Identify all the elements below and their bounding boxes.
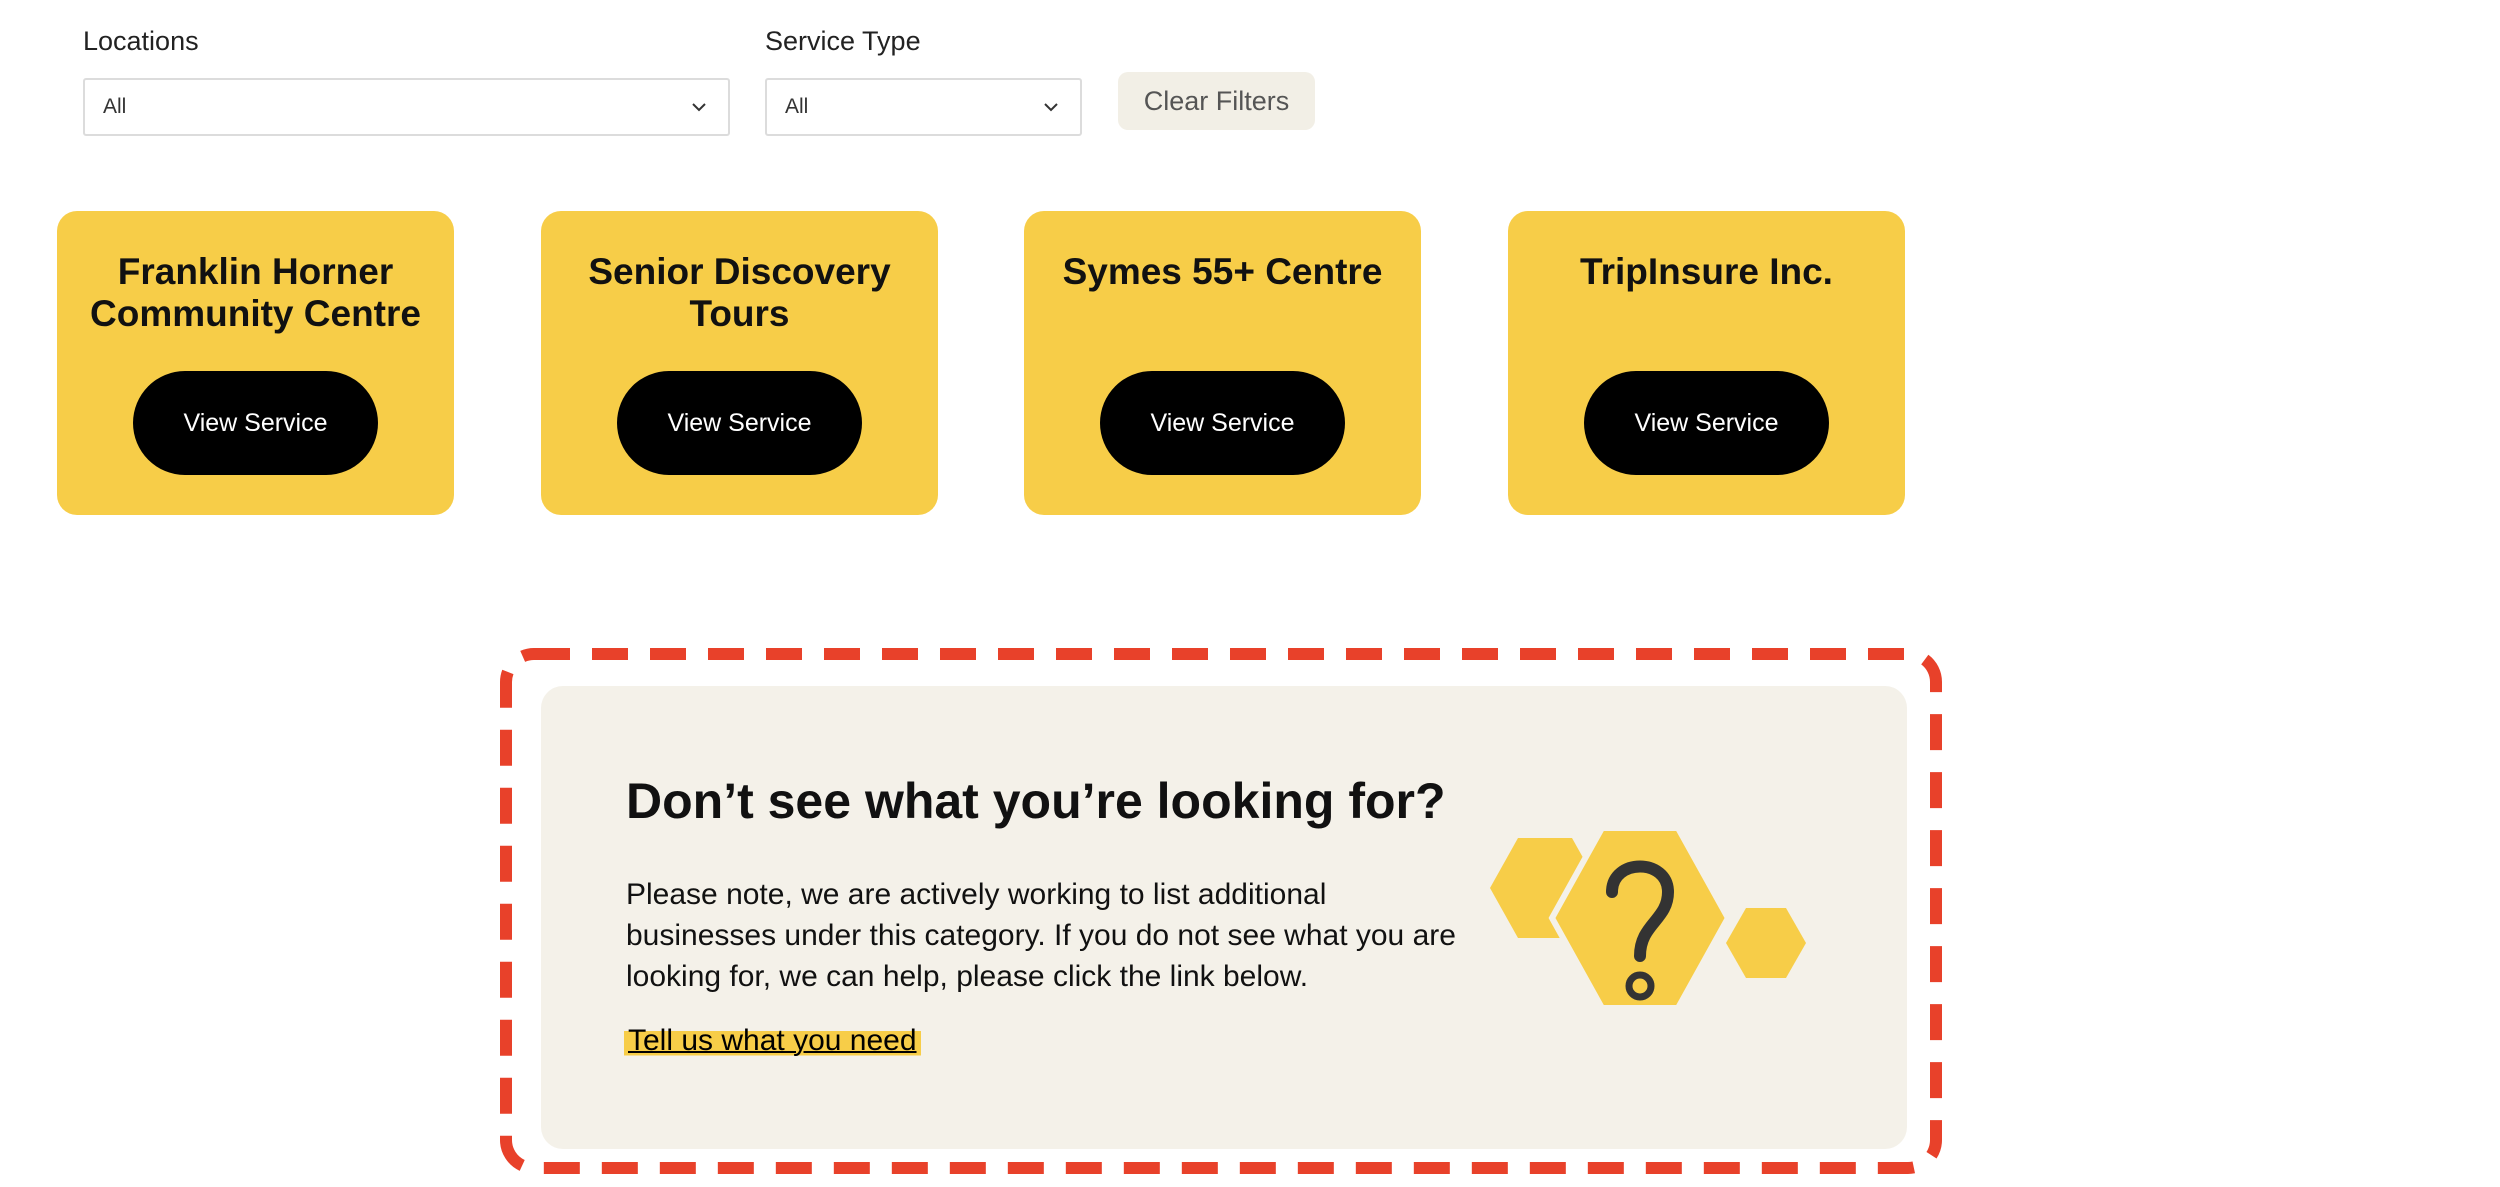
service-card-title-line: Community Centre — [90, 293, 421, 334]
service-type-select-value: All — [785, 95, 809, 118]
view-service-button[interactable]: View Service — [617, 371, 862, 475]
service-type-label: Service Type — [765, 26, 921, 56]
service-card: Senior Discovery Tours View Service — [541, 211, 938, 515]
service-card-title-line: Tours — [689, 293, 790, 334]
service-card-title: Symes 55+ Centre — [1024, 251, 1421, 293]
service-type-select[interactable]: All — [765, 78, 1082, 136]
view-service-button[interactable]: View Service — [133, 371, 378, 475]
locations-select[interactable]: All — [83, 78, 730, 136]
service-card: Symes 55+ Centre View Service — [1024, 211, 1421, 515]
service-card-title: TripInsure Inc. — [1508, 251, 1905, 293]
service-card-title: Senior Discovery Tours — [541, 251, 938, 335]
locations-label: Locations — [83, 26, 199, 56]
service-card-title: Franklin Horner Community Centre — [57, 251, 454, 335]
help-panel-body: Please note, we are actively working to … — [626, 878, 1456, 993]
service-card-title-line: Senior Discovery — [588, 251, 891, 292]
chevron-down-icon — [1044, 103, 1058, 112]
chevron-down-icon — [692, 103, 706, 112]
service-card-title-line: Symes 55+ Centre — [1062, 251, 1383, 292]
service-card-title-line: Franklin Horner — [117, 251, 394, 292]
clear-filters-button[interactable]: Clear Filters — [1118, 72, 1315, 130]
question-hexagon-icon — [1490, 825, 1806, 1011]
view-service-button[interactable]: View Service — [1584, 371, 1829, 475]
service-card: Franklin Horner Community Centre View Se… — [57, 211, 454, 515]
help-panel-title: Don’t see what you’re looking for? — [626, 773, 1446, 829]
service-card-title-line: TripInsure Inc. — [1580, 251, 1833, 292]
tell-us-link[interactable]: Tell us what you need — [624, 1024, 921, 1058]
locations-select-value: All — [103, 95, 127, 118]
service-card: TripInsure Inc. View Service — [1508, 211, 1905, 515]
view-service-button[interactable]: View Service — [1100, 371, 1345, 475]
